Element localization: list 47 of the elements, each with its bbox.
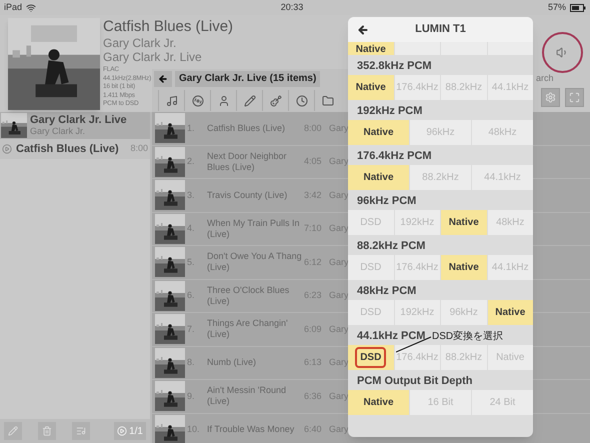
breadcrumb: Gary Clark Jr. Live (15 items)	[175, 71, 320, 87]
option-button[interactable]: Native	[348, 75, 394, 100]
edit-icon	[8, 426, 18, 436]
track-artist: Gary Clark Jr.	[103, 36, 176, 50]
popover-title: LUMIN T1	[415, 22, 466, 38]
option-cell[interactable]	[394, 42, 440, 55]
search-hint: arch	[536, 72, 554, 85]
fullscreen-icon	[569, 92, 580, 103]
queue-counter-button[interactable]: 1/1	[114, 422, 146, 440]
track-title: Catfish Blues (Live)	[103, 18, 234, 36]
trash-icon	[42, 426, 52, 436]
highlight-outline: DSD	[355, 347, 386, 368]
track-album: Gary Clark Jr. Live	[103, 50, 202, 64]
section-label: PCM Output Bit Depth	[357, 374, 472, 388]
option-cell[interactable]	[488, 42, 533, 55]
section-label: 352.8kHz PCM	[357, 58, 432, 74]
settings-button[interactable]	[541, 88, 560, 107]
playlist-icon	[76, 426, 86, 436]
section-label: 44.1kHz PCM	[357, 328, 426, 344]
back-button[interactable]	[154, 71, 172, 87]
option-button[interactable]: Native	[348, 165, 409, 190]
option-button[interactable]: DSD	[348, 345, 394, 370]
queue-track[interactable]: Catfish Blues (Live) 8:00	[0, 139, 150, 159]
clock: 20:33	[280, 0, 304, 14]
play-icon	[2, 144, 12, 154]
option-button[interactable]: Native	[441, 210, 486, 235]
speaker-icon	[556, 46, 569, 59]
option-button[interactable]: Native	[348, 390, 409, 415]
queue-counter: 1/1	[129, 424, 143, 438]
battery-icon	[570, 4, 586, 12]
option-button[interactable]: Native	[488, 300, 533, 325]
gear-icon	[545, 92, 556, 103]
queue-album: Gary Clark Jr. Live	[30, 114, 127, 126]
battery-percent: 57%	[548, 0, 566, 14]
section-label: 48kHz PCM	[357, 284, 416, 298]
volume-button[interactable]	[542, 32, 583, 73]
play-icon	[117, 426, 128, 436]
option-button[interactable]: Native	[441, 255, 486, 280]
back-button[interactable]	[356, 23, 370, 37]
back-icon	[158, 74, 168, 84]
device-name: iPad	[4, 0, 22, 14]
section-label: 176.4kHz PCM	[357, 148, 432, 164]
annotation-label: DSD変換を選択	[432, 329, 504, 344]
section-label: 96kHz PCM	[357, 194, 416, 208]
option-button[interactable]: Native	[348, 120, 409, 145]
wifi-icon	[26, 2, 36, 12]
option-cell[interactable]: Native	[348, 42, 394, 55]
